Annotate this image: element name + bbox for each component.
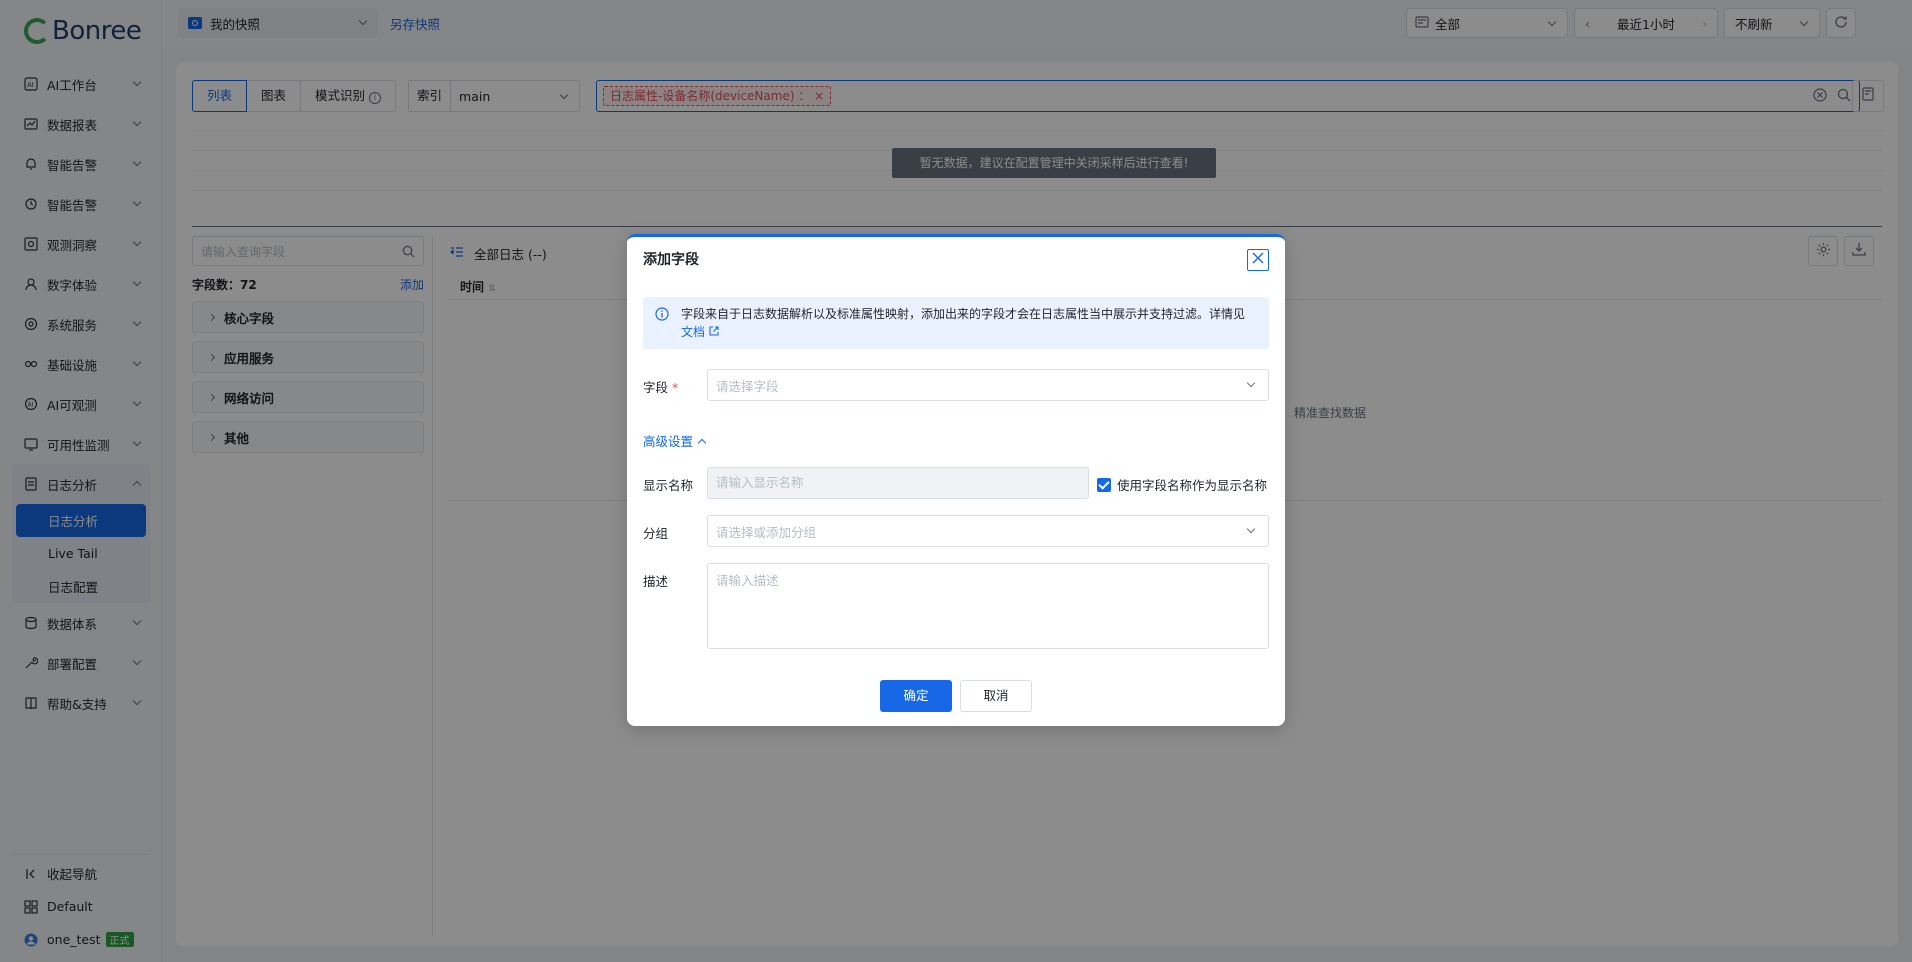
doc-link[interactable]: 文档 — [681, 325, 719, 339]
group-label: 分组 — [643, 526, 669, 541]
confirm-button[interactable]: 确定 — [880, 680, 952, 712]
close-icon — [1252, 252, 1264, 268]
add-field-dialog: 添加字段 字段来自于日志数据解析以及标准属性映射，添加出来的字段才会在日志属性当… — [627, 234, 1285, 726]
chevron-up-icon — [697, 438, 707, 447]
external-link-icon — [709, 325, 719, 339]
cancel-button[interactable]: 取消 — [960, 680, 1032, 712]
checkbox-checked-icon[interactable] — [1097, 477, 1111, 492]
field-label: 字段 * — [643, 380, 679, 395]
description-textarea[interactable]: 请输入描述 — [707, 563, 1269, 649]
dialog-title: 添加字段 — [643, 252, 699, 268]
chevron-down-icon — [1246, 524, 1256, 534]
advanced-settings-toggle[interactable]: 高级设置 — [643, 431, 707, 450]
field-select[interactable]: 请选择字段 — [707, 369, 1269, 401]
display-name-label: 显示名称 — [643, 478, 694, 493]
display-name-input: 请输入显示名称 — [707, 467, 1089, 499]
close-button[interactable] — [1247, 249, 1269, 271]
info-icon — [655, 307, 669, 326]
info-banner: 字段来自于日志数据解析以及标准属性映射，添加出来的字段才会在日志属性当中展示并支… — [643, 297, 1269, 349]
use-field-name-checkbox[interactable]: 使用字段名称作为显示名称 — [1097, 475, 1267, 494]
chevron-down-icon — [1246, 378, 1256, 388]
required-mark: * — [672, 380, 679, 395]
group-select[interactable]: 请选择或添加分组 — [707, 515, 1269, 547]
description-label: 描述 — [643, 574, 669, 589]
